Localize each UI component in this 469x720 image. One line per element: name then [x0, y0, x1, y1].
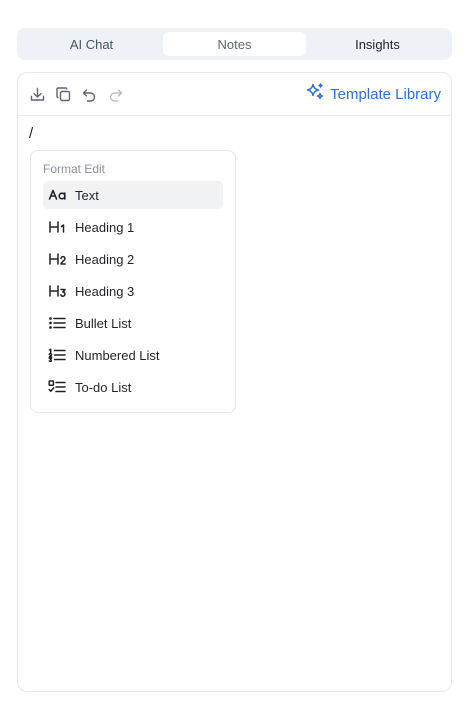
menu-item-bullet-list[interactable]: Bullet List: [43, 309, 223, 337]
menu-item-label: Text: [75, 187, 99, 203]
tab-ai-chat[interactable]: AI Chat: [20, 32, 163, 56]
notes-toolbar: Template Library: [18, 73, 451, 116]
heading-1-icon: [48, 218, 70, 236]
tab-notes[interactable]: Notes: [163, 32, 306, 56]
sparkle-icon: [305, 82, 325, 106]
notes-panel: Template Library / Format Edit Text Head…: [17, 72, 452, 692]
format-menu: Format Edit Text Heading 1 Heading 2 Hea…: [30, 150, 236, 413]
heading-2-icon: [48, 250, 70, 268]
menu-item-heading-3[interactable]: Heading 3: [43, 277, 223, 305]
menu-item-label: To-do List: [75, 379, 132, 395]
tab-bar: AI Chat Notes Insights: [17, 28, 452, 60]
undo-icon[interactable]: [80, 85, 98, 103]
copy-icon[interactable]: [54, 85, 72, 103]
menu-item-numbered-list[interactable]: Numbered List: [43, 341, 223, 369]
download-icon[interactable]: [28, 85, 46, 103]
menu-item-label: Bullet List: [75, 315, 132, 331]
todo-list-icon: [48, 378, 70, 396]
editor-content[interactable]: /: [29, 125, 33, 142]
format-menu-title: Format Edit: [43, 162, 106, 176]
menu-item-label: Heading 1: [75, 219, 135, 235]
redo-icon[interactable]: [106, 85, 124, 103]
menu-item-text[interactable]: Text: [43, 181, 223, 209]
menu-item-label: Heading 3: [75, 283, 135, 299]
menu-item-label: Heading 2: [75, 251, 135, 267]
numbered-list-icon: [48, 346, 70, 364]
bullet-list-icon: [48, 314, 70, 332]
text-icon: [48, 186, 70, 204]
menu-item-heading-1[interactable]: Heading 1: [43, 213, 223, 241]
template-library-label: Template Library: [330, 85, 441, 103]
menu-item-label: Numbered List: [75, 347, 160, 363]
menu-item-heading-2[interactable]: Heading 2: [43, 245, 223, 273]
heading-3-icon: [48, 282, 70, 300]
menu-item-todo-list[interactable]: To-do List: [43, 373, 223, 401]
template-library-button[interactable]: Template Library: [305, 82, 441, 106]
tab-insights[interactable]: Insights: [306, 32, 449, 56]
